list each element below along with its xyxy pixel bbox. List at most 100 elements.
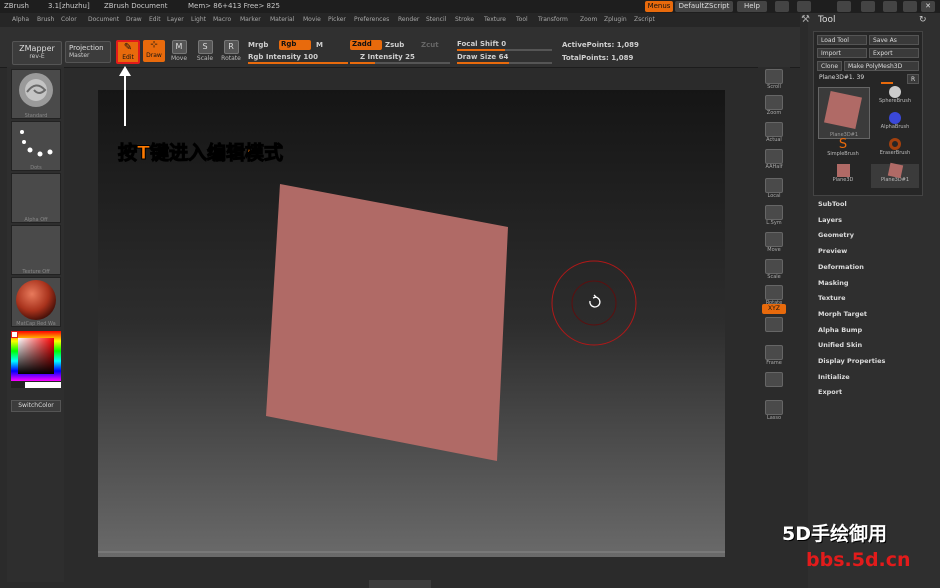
menu-movie[interactable]: Movie <box>303 16 321 23</box>
restore-icon[interactable] <box>797 1 811 12</box>
subpalette-unified-skin[interactable]: Unified Skin <box>818 341 862 349</box>
menu-marker[interactable]: Marker <box>240 16 261 23</box>
menu-document[interactable]: Document <box>88 16 119 23</box>
menu-zoom[interactable]: Zoom <box>580 16 597 23</box>
menu-brush[interactable]: Brush <box>37 16 54 23</box>
eraser-brush-cell[interactable]: EraserBrush <box>871 138 919 162</box>
tool-preview[interactable]: Plane3D#1 <box>818 87 870 139</box>
rgb-button[interactable]: Rgb <box>279 40 311 50</box>
refresh-icon[interactable]: ↻ <box>919 15 927 25</box>
help-button[interactable]: Help <box>737 1 767 12</box>
minimize-icon[interactable] <box>775 1 789 12</box>
make-polymesh-button[interactable]: Make PolyMesh3D <box>844 61 919 71</box>
subpalette-alpha-bump[interactable]: Alpha Bump <box>818 326 862 334</box>
alpha-thumbnail[interactable]: Alpha Off <box>11 173 61 223</box>
secondary-color-swatch[interactable] <box>25 382 61 388</box>
rgb-intensity-slider[interactable] <box>248 62 348 64</box>
shelf-move-button[interactable]: Move <box>762 232 786 254</box>
subpalette-subtool[interactable]: SubTool <box>818 200 847 208</box>
shelf-scroll-button[interactable]: Scroll <box>762 69 786 91</box>
shelf-slot-12-button[interactable] <box>762 372 786 394</box>
subpalette-geometry[interactable]: Geometry <box>818 231 854 239</box>
menu-picker[interactable]: Picker <box>328 16 346 23</box>
layout-icon[interactable] <box>837 1 851 12</box>
menu-color[interactable]: Color <box>61 16 77 23</box>
shelf-zoom-button[interactable]: Zoom <box>762 95 786 117</box>
m-button[interactable]: M <box>316 41 323 49</box>
export-button[interactable]: Export <box>869 48 919 58</box>
alpha-brush-cell[interactable]: AlphaBrush <box>871 112 919 136</box>
load-tool-button[interactable]: Load Tool <box>817 35 867 45</box>
draw-button[interactable]: ⊹ Draw <box>143 40 165 62</box>
fullscreen-icon[interactable] <box>883 1 897 12</box>
menu-preferences[interactable]: Preferences <box>354 16 389 23</box>
menu-material[interactable]: Material <box>270 16 294 23</box>
subpalette-initialize[interactable]: Initialize <box>818 373 850 381</box>
focal-shift-slider[interactable] <box>457 49 552 51</box>
z-intensity-slider[interactable] <box>350 62 450 64</box>
subpalette-preview[interactable]: Preview <box>818 247 847 255</box>
menu-edit[interactable]: Edit <box>149 16 161 23</box>
zmapper-button[interactable]: ZMapper rev-E <box>12 41 62 65</box>
zadd-button[interactable]: Zadd <box>350 40 382 50</box>
subpalette-texture[interactable]: Texture <box>818 294 846 302</box>
menu-stencil[interactable]: Stencil <box>426 16 446 23</box>
saturation-square[interactable] <box>18 338 54 374</box>
menu-zplugin[interactable]: Zplugin <box>604 16 627 23</box>
subpalette-layers[interactable]: Layers <box>818 216 842 224</box>
clone-button[interactable]: Clone <box>817 61 842 71</box>
import-button[interactable]: Import <box>817 48 867 58</box>
zcut-button[interactable]: Zcut <box>421 41 439 49</box>
menu-transform[interactable]: Transform <box>538 16 568 23</box>
current-tool-slider[interactable]: Plane3D#1. 39 <box>817 74 906 84</box>
bottom-tray-toggle[interactable] <box>369 580 431 588</box>
subpalette-export[interactable]: Export <box>818 388 842 396</box>
default-zscript-button[interactable]: DefaultZScript <box>675 1 733 12</box>
stroke-thumbnail[interactable]: Dots <box>11 121 61 171</box>
menu-layer[interactable]: Layer <box>167 16 184 23</box>
menu-texture[interactable]: Texture <box>484 16 506 23</box>
menu-macro[interactable]: Macro <box>213 16 231 23</box>
shelf-l-sym-button[interactable]: L.Sym <box>762 205 786 227</box>
close-icon[interactable]: ✕ <box>921 1 935 12</box>
menu-stroke[interactable]: Stroke <box>455 16 474 23</box>
draw-size-slider[interactable] <box>457 62 552 64</box>
menu-draw[interactable]: Draw <box>126 16 142 23</box>
menu-zscript[interactable]: Zscript <box>634 16 655 23</box>
shelf-frame-button[interactable]: Frame <box>762 345 786 367</box>
shelf-local-button[interactable]: Local <box>762 178 786 200</box>
simple-brush-cell[interactable]: S SimpleBrush <box>819 138 867 162</box>
subpalette-morph-target[interactable]: Morph Target <box>818 310 867 318</box>
window-icon[interactable] <box>903 1 917 12</box>
r-button[interactable]: R <box>907 74 919 84</box>
switch-color-button[interactable]: SwitchColor <box>11 400 61 412</box>
shelf-slot-10-button[interactable] <box>762 317 786 339</box>
move-button[interactable]: M Move <box>168 40 190 62</box>
shelf-scale-button[interactable]: Scale <box>762 259 786 281</box>
material-thumbnail[interactable]: MatCap Red Wa <box>11 277 61 327</box>
subpalette-display-properties[interactable]: Display Properties <box>818 357 885 365</box>
primary-color-swatch[interactable] <box>11 331 18 338</box>
save-as-button[interactable]: Save As <box>869 35 919 45</box>
scale-button[interactable]: S Scale <box>194 40 216 62</box>
plane3d-cell[interactable]: Plane3D <box>819 164 867 188</box>
shelf-xyz-button[interactable]: XYZ <box>762 304 786 314</box>
menu-render[interactable]: Render <box>398 16 419 23</box>
edit-button[interactable]: ✎ Edit <box>116 40 140 64</box>
texture-thumbnail[interactable]: Texture Off <box>11 225 61 275</box>
plane3d-mesh[interactable] <box>266 184 508 461</box>
zsub-button[interactable]: Zsub <box>385 41 404 49</box>
shelf-aahalf-button[interactable]: AAHalf <box>762 149 786 171</box>
projection-master-button[interactable]: Projection Master <box>65 41 111 63</box>
subpalette-deformation[interactable]: Deformation <box>818 263 864 271</box>
save-icon[interactable] <box>861 1 875 12</box>
plane3d-copy-cell[interactable]: Plane3D#1 <box>871 162 919 188</box>
shelf-actual-button[interactable]: Actual <box>762 122 786 144</box>
rotate-button[interactable]: R Rotate <box>220 40 242 62</box>
shelf-lasso-button[interactable]: Lasso <box>762 400 786 422</box>
color-picker[interactable] <box>11 331 61 388</box>
menus-button[interactable]: Menus <box>645 1 673 12</box>
menu-tool[interactable]: Tool <box>516 16 528 23</box>
subpalette-masking[interactable]: Masking <box>818 279 849 287</box>
sphere-brush-cell[interactable]: SphereBrush <box>871 86 919 110</box>
